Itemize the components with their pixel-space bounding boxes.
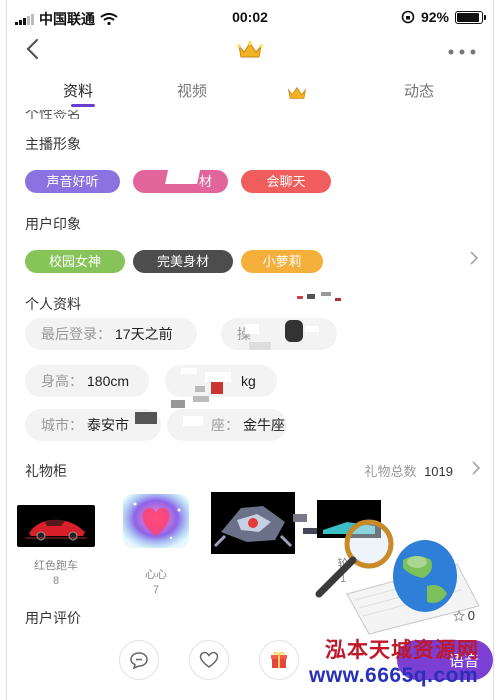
image-glitch — [297, 292, 341, 301]
last-login-label: 最后登录： — [41, 326, 111, 342]
last-login-field: 最后登录： 17天之前 — [25, 318, 197, 350]
more-button[interactable] — [447, 40, 477, 61]
chevron-left-icon — [26, 38, 39, 60]
robot-gift-image — [211, 492, 295, 554]
active-tab-indicator — [71, 104, 95, 107]
gift-box-icon — [271, 651, 287, 668]
hearts-image — [123, 494, 189, 548]
sports-car-image — [17, 505, 95, 547]
tag-pill: 完美身材 — [133, 250, 233, 273]
status-bar: 中国联通 00:02 92% — [7, 0, 493, 34]
chevron-right-icon[interactable] — [469, 250, 479, 271]
watermark-url: www.6665q.com — [309, 664, 479, 687]
more-horizontal-icon — [448, 49, 476, 55]
signature-section-title: 个性签名 — [25, 110, 81, 119]
personal-info-title: 个人资料 — [25, 296, 81, 312]
gift-name: 心心 — [145, 569, 167, 581]
chat-button[interactable] — [119, 640, 159, 680]
zodiac-value: 金牛座 — [243, 417, 285, 433]
gift-item[interactable]: 红色跑车 8 — [17, 505, 95, 587]
watermark-text: 泓本天城资源网 — [325, 639, 479, 662]
image-glitch — [165, 166, 201, 184]
like-button[interactable] — [189, 640, 229, 680]
tag-pill: 小萝莉 — [241, 250, 323, 273]
height-label: 身高： — [41, 373, 83, 389]
crown-icon — [237, 40, 263, 66]
tag-pill-label: 材 — [198, 174, 212, 189]
star-icon — [452, 609, 465, 622]
gift-total-value: 1019 — [424, 464, 453, 479]
tag-pill: 会聊天 — [241, 170, 331, 193]
orientation-lock-icon — [401, 10, 415, 24]
gift-total-label: 礼物总数 — [364, 464, 417, 479]
image-glitch — [135, 396, 209, 426]
gift-count: 7 — [152, 584, 160, 596]
top-nav — [7, 34, 493, 70]
chat-bubble-icon — [130, 652, 148, 669]
user-impression-title: 用户印象 — [25, 216, 81, 232]
tag-pill: 声音好听 — [25, 170, 120, 193]
gift-cabinet-title: 礼物柜 — [25, 463, 67, 479]
review-rating: 0 — [452, 608, 475, 623]
gift-total[interactable]: 礼物总数 1019 — [364, 461, 453, 480]
battery-fill — [457, 12, 480, 22]
crown-icon — [287, 84, 307, 107]
tag-pill: 校园女神 — [25, 250, 125, 273]
tab-moments[interactable]: 动态 — [404, 80, 434, 101]
last-login-value: 17天之前 — [115, 326, 173, 342]
app-screen: 中国联通 00:02 92% 资料 视频 动态 个性签名 主播形象 声音好听 材… — [6, 0, 494, 700]
tab-bar: 资料 视频 动态 — [7, 76, 493, 110]
tab-videos[interactable]: 视频 — [177, 80, 207, 101]
back-button[interactable] — [25, 38, 39, 65]
rating-value: 0 — [467, 608, 475, 623]
chevron-right-icon[interactable] — [471, 460, 481, 481]
user-reviews-title: 用户评价 — [25, 610, 81, 626]
height-value: 180cm — [87, 373, 130, 389]
gift-item[interactable]: 心心 7 — [117, 492, 195, 596]
heart-icon — [199, 651, 219, 668]
city-value: 泰安市 — [87, 417, 129, 433]
tab-profile[interactable]: 资料 — [63, 80, 93, 101]
height-field: 身高： 180cm — [25, 365, 149, 397]
gift-button[interactable] — [259, 640, 299, 680]
image-glitch — [245, 320, 319, 350]
battery-percent: 92% — [420, 9, 449, 25]
battery-icon — [455, 10, 486, 24]
anchor-image-title: 主播形象 — [25, 136, 81, 152]
city-label: 城市： — [41, 417, 83, 433]
gift-name: 红色跑车 — [34, 560, 78, 572]
gift-count: 8 — [52, 575, 60, 587]
